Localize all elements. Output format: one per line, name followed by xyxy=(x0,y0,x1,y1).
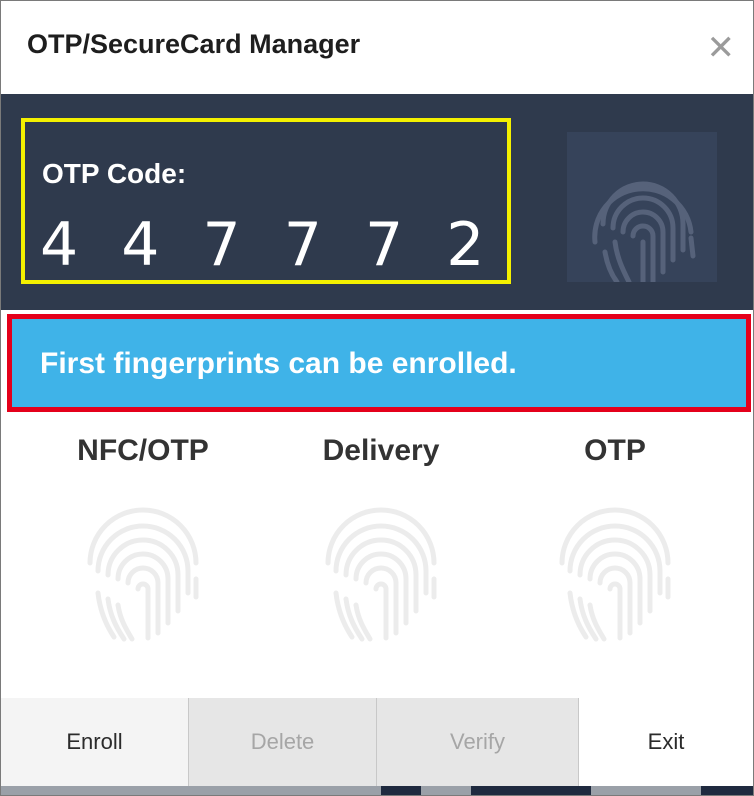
fingerprint-icon xyxy=(87,507,199,642)
fingerprint-slot-label: OTP xyxy=(584,434,646,467)
fingerprint-slot-label: Delivery xyxy=(322,434,440,467)
header-fingerprint-icon xyxy=(567,132,717,282)
otp-header-panel: OTP Code: 4 4 7 7 7 2 xyxy=(1,94,753,310)
exit-button[interactable]: Exit xyxy=(579,698,753,786)
background-strip xyxy=(1,786,753,795)
verify-button[interactable]: Verify xyxy=(377,698,579,786)
otp-manager-window: OTP/SecureCard Manager ✕ OTP Code: 4 4 7… xyxy=(0,0,754,796)
background-strip-segment xyxy=(701,786,753,795)
otp-code-value: 4 4 7 7 7 2 xyxy=(40,210,497,280)
background-strip-segment xyxy=(381,786,421,795)
enroll-button[interactable]: Enroll xyxy=(1,698,189,786)
status-message-bar: First fingerprints can be enrolled. xyxy=(7,314,751,412)
fingerprint-slot-label: NFC/OTP xyxy=(77,434,209,467)
title-bar: OTP/SecureCard Manager ✕ xyxy=(1,1,753,94)
background-strip-segment xyxy=(471,786,591,795)
status-message: First fingerprints can be enrolled. xyxy=(40,347,517,380)
fingerprint-slot-nfc-otp[interactable]: NFC/OTP xyxy=(43,431,243,643)
window-title: OTP/SecureCard Manager xyxy=(27,29,361,59)
delete-button[interactable]: Delete xyxy=(189,698,377,786)
fingerprint-slot-otp[interactable]: OTP xyxy=(515,431,715,643)
action-button-bar: Enroll Delete Verify Exit xyxy=(1,698,753,786)
fingerprint-icon xyxy=(325,507,437,642)
close-button[interactable]: ✕ xyxy=(707,31,736,65)
fingerprint-icon xyxy=(559,507,671,642)
fingerprint-slot-delivery[interactable]: Delivery xyxy=(281,431,481,643)
otp-code-label: OTP Code: xyxy=(42,158,187,189)
otp-code-box: OTP Code: 4 4 7 7 7 2 xyxy=(21,118,511,284)
